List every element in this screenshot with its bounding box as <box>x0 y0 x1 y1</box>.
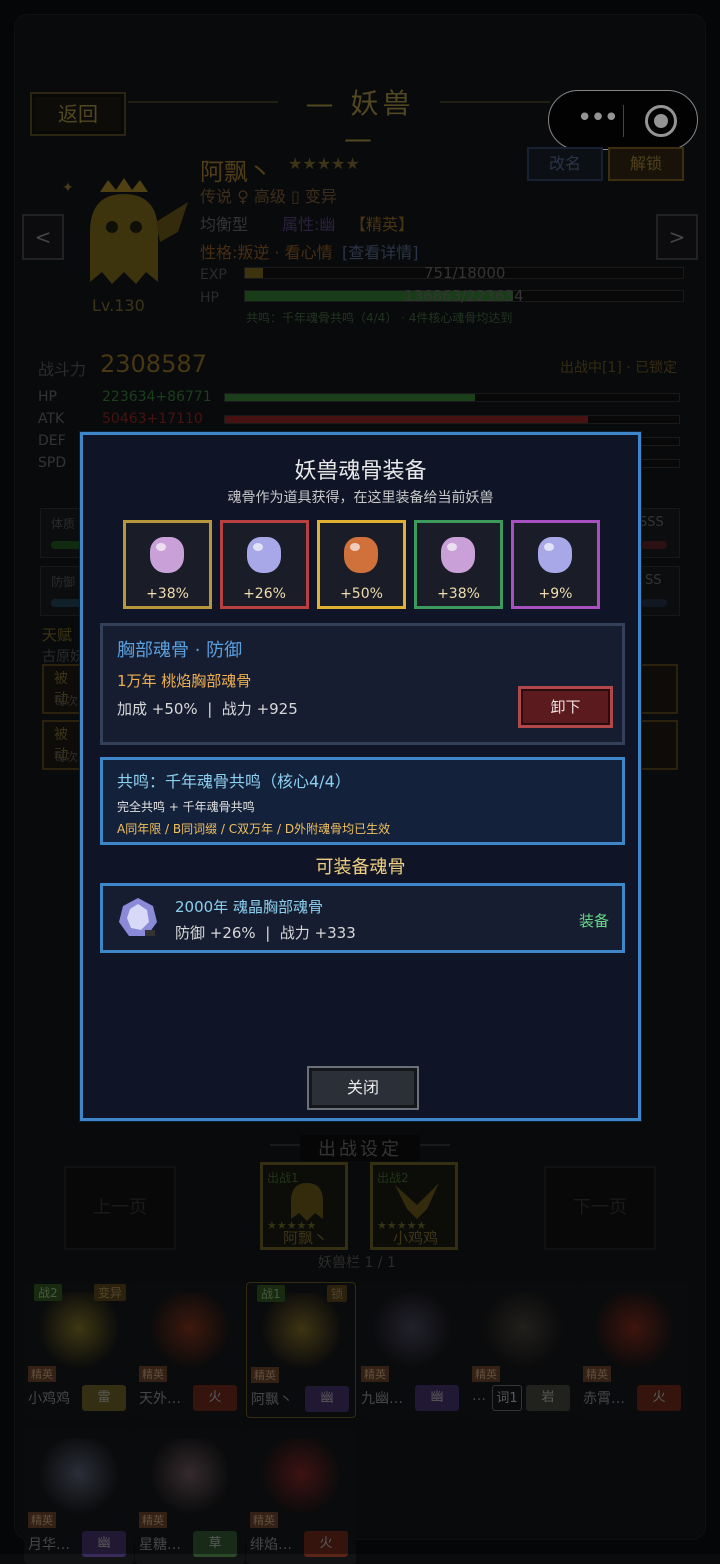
bone-slot-4[interactable]: +38% <box>414 520 503 609</box>
modal-subtitle: 魂骨作为道具获得，在这里装备给当前妖兽 <box>227 490 494 506</box>
available-title: 可装备魂骨 <box>315 857 406 878</box>
bone-slot-bonus: +26% <box>243 586 286 602</box>
selected-bone-stats: 加成 +50% | 战力 +925 <box>117 700 298 718</box>
crystal-bone-icon <box>117 896 159 940</box>
soul-bone-icon <box>344 537 378 573</box>
bone-slot-bonus: +50% <box>340 586 383 602</box>
bone-slot-3[interactable]: +50% <box>317 520 406 609</box>
resonance-title: 共鸣：千年魂骨共鸣（核心4/4） <box>117 772 351 791</box>
close-button[interactable]: 关闭 <box>307 1066 419 1110</box>
bone-slot-5[interactable]: +9% <box>511 520 600 609</box>
bone-slot-bonus: +9% <box>538 586 573 602</box>
soul-bone-modal: 妖兽魂骨装备 魂骨作为道具获得，在这里装备给当前妖兽 +38% +26% +50% +… <box>80 432 641 1121</box>
resonance-panel: 共鸣：千年魂骨共鸣（核心4/4） 完全共鸣 + 千年魂骨共鸣 A同年限 / B同… <box>100 757 625 845</box>
selected-bone-title: 胸部魂骨 · 防御 <box>117 640 243 661</box>
equip-button[interactable]: 装备 <box>579 910 609 931</box>
soul-bone-icon <box>538 537 572 573</box>
available-bone-name: 2000年 魂晶胸部魂骨 <box>175 898 323 916</box>
bone-slot-2[interactable]: +26% <box>220 520 309 609</box>
modal-title: 妖兽魂骨装备 <box>294 459 427 484</box>
selected-bone-panel: 胸部魂骨 · 防御 1万年 桃焰胸部魂骨 加成 +50% | 战力 +925 卸… <box>100 623 625 745</box>
bone-slot-bonus: +38% <box>437 586 480 602</box>
soul-bone-icon <box>247 537 281 573</box>
available-bone-item[interactable]: 2000年 魂晶胸部魂骨 防御 +26% | 战力 +333 装备 <box>100 883 625 953</box>
soul-bone-icon <box>150 537 184 573</box>
bone-slot-1[interactable]: +38% <box>123 520 212 609</box>
resonance-line2: A同年限 / B同词缀 / C双万年 / D外附魂骨均已生效 <box>117 822 391 836</box>
selected-bone-name: 1万年 桃焰胸部魂骨 <box>117 672 252 690</box>
unequip-button[interactable]: 卸下 <box>518 686 613 728</box>
resonance-line1: 完全共鸣 + 千年魂骨共鸣 <box>117 800 255 814</box>
soul-bone-icon <box>441 537 475 573</box>
bone-slot-bonus: +38% <box>146 586 189 602</box>
available-bone-stats: 防御 +26% | 战力 +333 <box>175 924 356 942</box>
